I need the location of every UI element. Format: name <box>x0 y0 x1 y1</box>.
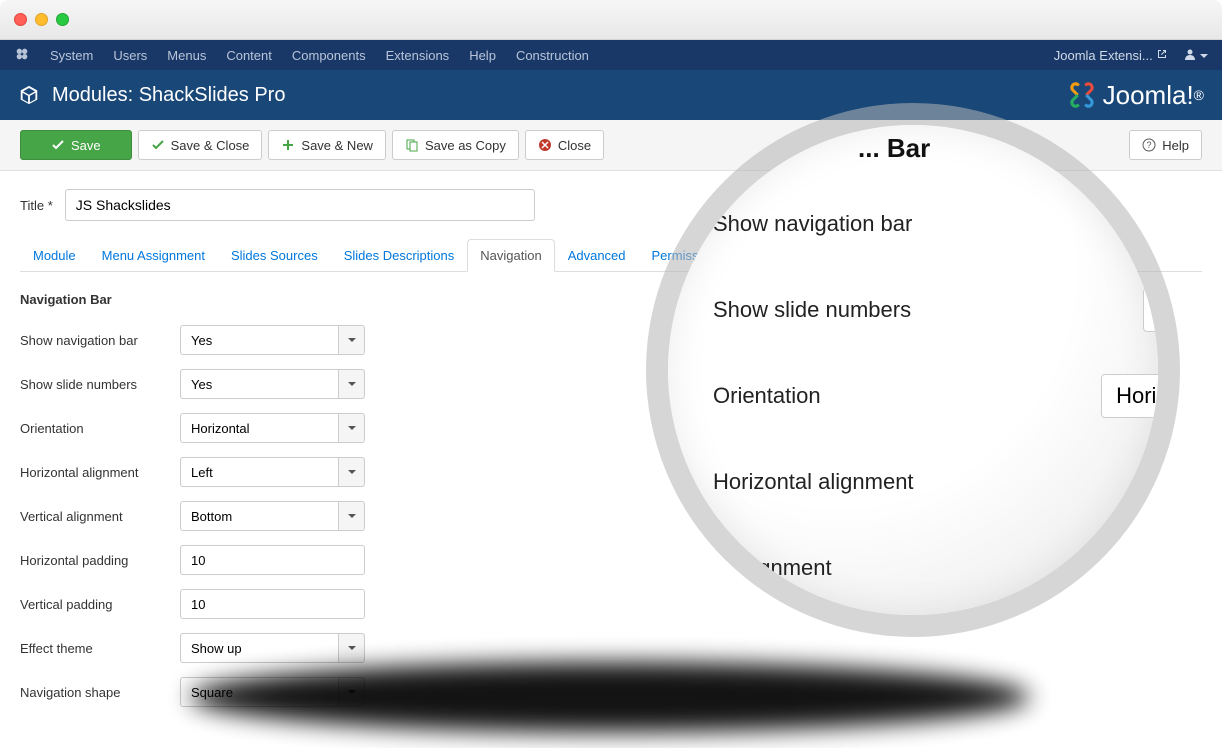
module-title-input[interactable] <box>65 189 535 221</box>
select-field[interactable]: Yes <box>180 369 365 399</box>
magnifier-section-title: ... Bar <box>858 133 1158 164</box>
magnifier-label: Orientation <box>713 383 821 409</box>
user-icon <box>1184 48 1196 60</box>
menu-help[interactable]: Help <box>469 48 496 63</box>
external-link-icon <box>1156 48 1168 60</box>
joomla-logo-icon <box>1065 78 1099 112</box>
magnifier-row: Show navigation bar Yes <box>713 202 1158 246</box>
magnifier-select[interactable]: Left <box>1143 460 1158 504</box>
joomla-logo[interactable]: Joomla!® <box>1065 77 1204 113</box>
select-value: Horizontal <box>180 413 339 443</box>
magnifier-overlay: ... Bar Show navigation barYesShow slide… <box>668 125 1158 615</box>
tab-slides-sources[interactable]: Slides Sources <box>218 239 331 272</box>
site-link[interactable]: Joomla Extensi... <box>1054 48 1169 63</box>
tab-advanced[interactable]: Advanced <box>555 239 639 272</box>
field-label: Navigation shape <box>20 685 180 700</box>
magnifier-row: Orientation Horizont <box>713 374 1158 418</box>
select-value: Bottom <box>180 501 339 531</box>
plus-icon <box>281 138 295 152</box>
caret-down-icon <box>1200 52 1208 60</box>
magnifier-row: al alignment <box>713 546 1158 590</box>
caret-down-icon[interactable] <box>339 325 365 355</box>
caret-down-icon[interactable] <box>339 413 365 443</box>
magnifier-label: Show navigation bar <box>713 211 912 237</box>
window-close-dot[interactable] <box>14 13 27 26</box>
menu-content[interactable]: Content <box>226 48 272 63</box>
menu-extensions[interactable]: Extensions <box>386 48 450 63</box>
title-label: Title * <box>20 198 53 213</box>
check-icon <box>151 138 165 152</box>
field-label: Horizontal alignment <box>20 465 180 480</box>
caret-down-icon[interactable] <box>339 457 365 487</box>
tab-slides-descriptions[interactable]: Slides Descriptions <box>331 239 468 272</box>
menu-construction[interactable]: Construction <box>516 48 589 63</box>
page-header: Modules: ShackSlides Pro Joomla!® <box>0 70 1222 120</box>
select-field[interactable]: Left <box>180 457 365 487</box>
form-row: Effect themeShow up <box>20 633 1202 663</box>
magnifier-row: Horizontal alignment Left <box>713 460 1158 504</box>
caret-down-icon[interactable] <box>339 369 365 399</box>
magnifier-select[interactable]: Yes <box>1143 288 1158 332</box>
select-field[interactable]: Horizontal <box>180 413 365 443</box>
cancel-icon <box>538 138 552 152</box>
window-maximize-dot[interactable] <box>56 13 69 26</box>
menu-users[interactable]: Users <box>113 48 147 63</box>
magnifier-select[interactable]: Horizont <box>1101 374 1158 418</box>
select-field[interactable]: Bottom <box>180 501 365 531</box>
select-value: Yes <box>180 325 339 355</box>
field-label: Show navigation bar <box>20 333 180 348</box>
save-copy-button[interactable]: Save as Copy <box>392 130 519 160</box>
user-menu[interactable] <box>1184 48 1208 63</box>
page-title: Modules: ShackSlides Pro <box>52 84 285 107</box>
joomla-icon[interactable] <box>14 46 30 65</box>
magnifier-row: Show slide numbers Yes <box>713 288 1158 332</box>
save-new-button[interactable]: Save & New <box>268 130 386 160</box>
select-field[interactable]: Yes <box>180 325 365 355</box>
module-icon <box>18 84 40 106</box>
check-icon <box>51 138 65 152</box>
field-label: Orientation <box>20 421 180 436</box>
save-button[interactable]: Save <box>20 130 132 160</box>
text-input[interactable] <box>180 545 365 575</box>
field-label: Vertical padding <box>20 597 180 612</box>
save-close-button[interactable]: Save & Close <box>138 130 263 160</box>
close-button[interactable]: Close <box>525 130 604 160</box>
admin-top-menu: System Users Menus Content Components Ex… <box>0 40 1222 70</box>
magnifier-select[interactable] <box>1143 546 1158 590</box>
select-value: Left <box>180 457 339 487</box>
shadow-decoration <box>190 662 1030 732</box>
select-field[interactable]: Show up <box>180 633 365 663</box>
magnifier-select[interactable]: Yes <box>1143 202 1158 246</box>
browser-chrome <box>0 0 1222 40</box>
magnifier-label: Show slide numbers <box>713 297 911 323</box>
text-input[interactable] <box>180 589 365 619</box>
joomla-logo-text: Joomla! <box>1103 80 1194 111</box>
select-value: Show up <box>180 633 339 663</box>
select-value: Yes <box>180 369 339 399</box>
field-label: Effect theme <box>20 641 180 656</box>
menu-system[interactable]: System <box>50 48 93 63</box>
caret-down-icon[interactable] <box>339 633 365 663</box>
field-label: Vertical alignment <box>20 509 180 524</box>
copy-icon <box>405 138 419 152</box>
window-minimize-dot[interactable] <box>35 13 48 26</box>
caret-down-icon[interactable] <box>339 501 365 531</box>
menu-components[interactable]: Components <box>292 48 366 63</box>
tab-module[interactable]: Module <box>20 239 89 272</box>
magnifier-label: Horizontal alignment <box>713 469 914 495</box>
menu-menus[interactable]: Menus <box>167 48 206 63</box>
field-label: Horizontal padding <box>20 553 180 568</box>
tab-menu-assignment[interactable]: Menu Assignment <box>89 239 218 272</box>
tab-navigation[interactable]: Navigation <box>467 239 554 272</box>
magnifier-label: al alignment <box>713 555 832 581</box>
field-label: Show slide numbers <box>20 377 180 392</box>
